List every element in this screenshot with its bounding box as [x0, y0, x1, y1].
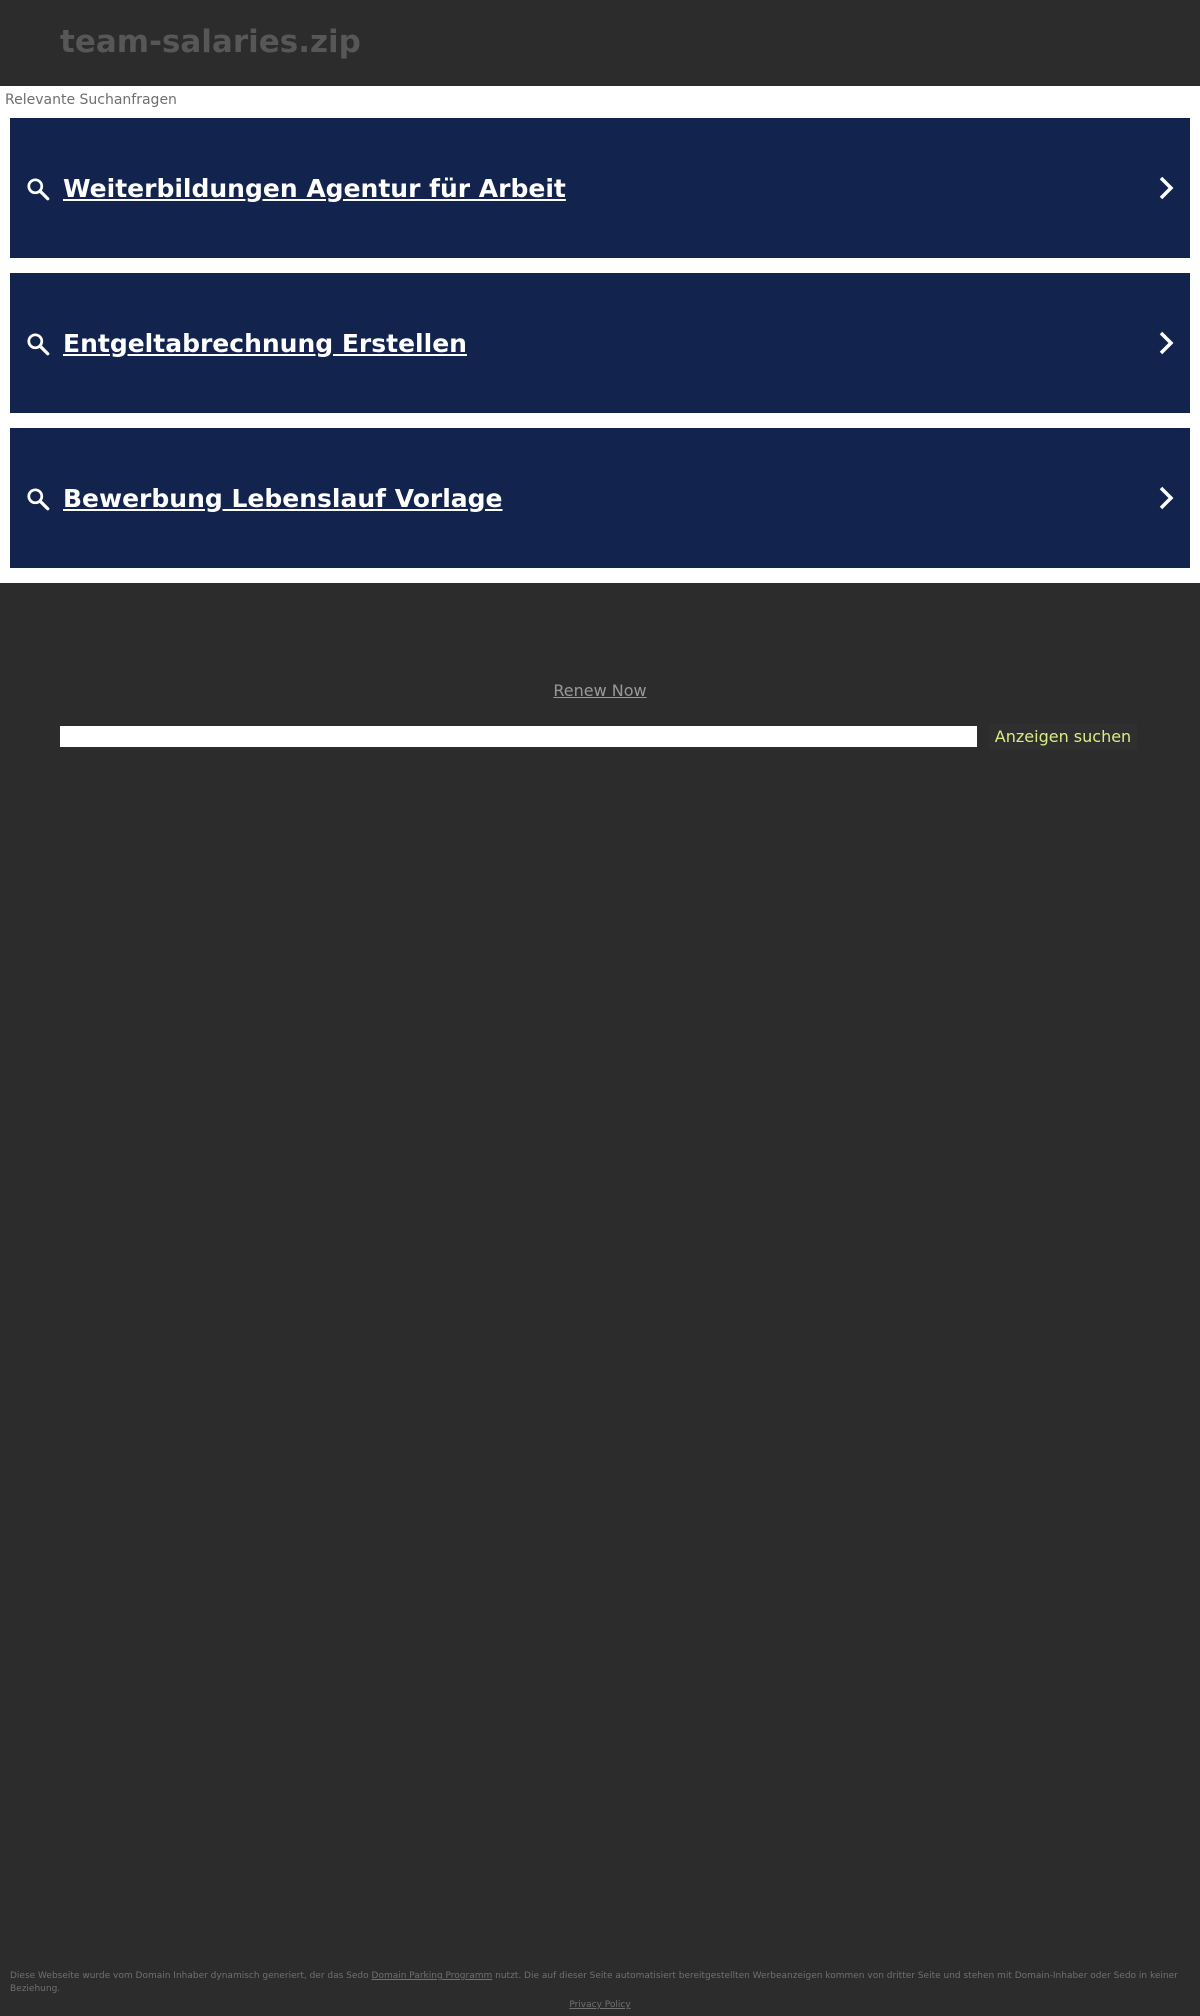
chevron-right-icon: [1159, 176, 1174, 200]
privacy-section: Privacy Policy: [0, 1999, 1200, 2012]
domain-parking-link[interactable]: Domain Parking Programm: [372, 1971, 493, 1981]
renew-now-link[interactable]: Renew Now: [553, 681, 646, 700]
search-icon: [27, 333, 50, 356]
related-searches-panel: Relevante Suchanfragen Weiterbildungen A…: [0, 86, 1200, 583]
search-icon: [27, 178, 50, 201]
domain-title: team-salaries.zip: [60, 24, 361, 60]
privacy-policy-link[interactable]: Privacy Policy: [569, 2000, 630, 2010]
disclaimer-text: Diese Webseite wurde vom Domain Inhaber …: [10, 1971, 372, 1981]
disclaimer: Diese Webseite wurde vom Domain Inhaber …: [10, 1970, 1190, 1996]
renew-section: Renew Now: [0, 681, 1200, 700]
ad-link-text[interactable]: Entgeltabrechnung Erstellen: [63, 273, 467, 413]
search-input[interactable]: [60, 726, 977, 747]
search-ads-button[interactable]: Anzeigen suchen: [989, 724, 1137, 750]
ad-link-text[interactable]: Weiterbildungen Agentur für Arbeit: [63, 118, 566, 258]
related-searches-label: Relevante Suchanfragen: [5, 92, 177, 108]
ad-link-text[interactable]: Bewerbung Lebenslauf Vorlage: [63, 428, 503, 568]
chevron-right-icon: [1159, 331, 1174, 355]
chevron-right-icon: [1159, 486, 1174, 510]
ad-link-entgeltabrechnung[interactable]: Entgeltabrechnung Erstellen: [10, 273, 1190, 413]
ad-list: Weiterbildungen Agentur für Arbeit Entge…: [10, 118, 1190, 583]
ad-link-bewerbung[interactable]: Bewerbung Lebenslauf Vorlage: [10, 428, 1190, 568]
header: team-salaries.zip: [0, 0, 1200, 86]
ad-link-weiterbildungen[interactable]: Weiterbildungen Agentur für Arbeit: [10, 118, 1190, 258]
search-icon: [27, 488, 50, 511]
